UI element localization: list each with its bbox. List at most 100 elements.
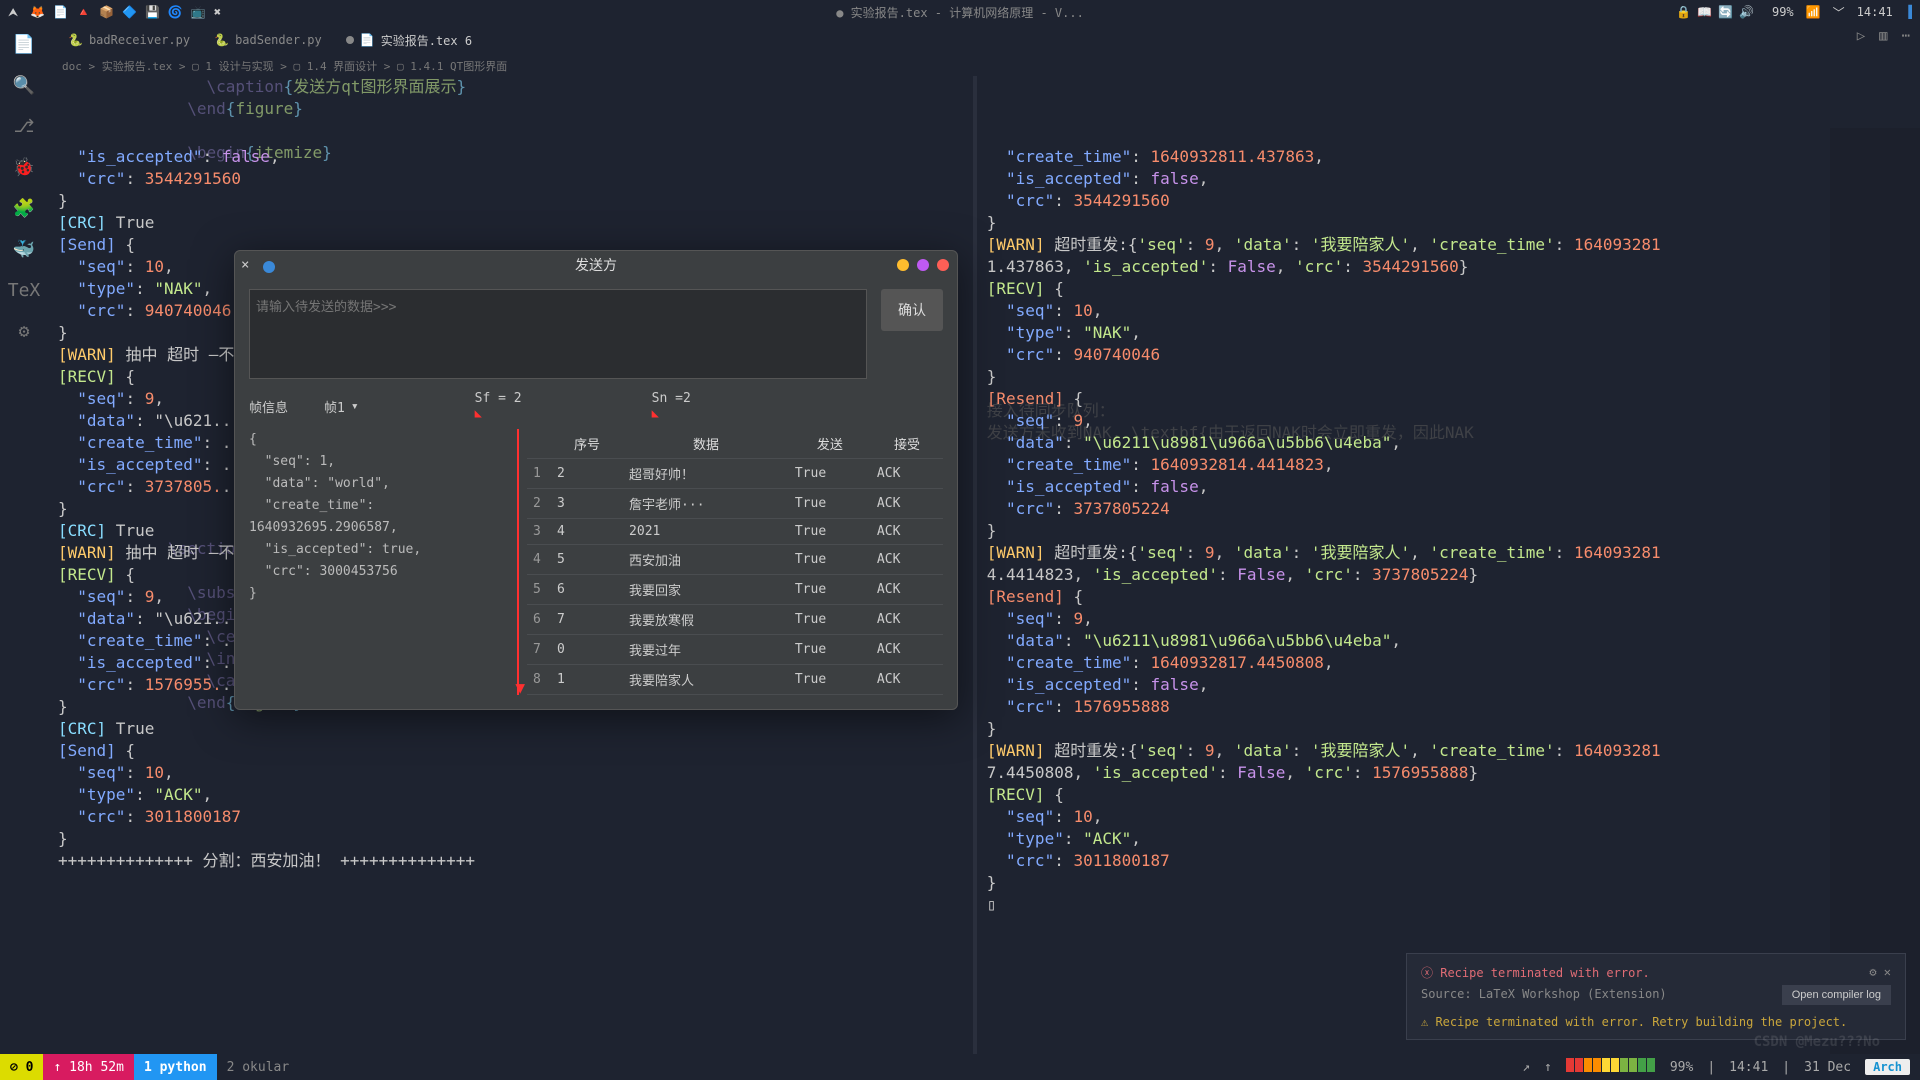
table-row[interactable]: 56我要回家TrueACK [527,575,943,605]
traffic-yellow-icon[interactable] [897,259,909,271]
breadcrumb[interactable]: doc > 实验报告.tex > ▢ 1 设计与实现 > ▢ 1.4 界面设计 … [48,56,1920,76]
table-row[interactable]: 67我要放寒假TrueACK [527,605,943,635]
close-icon[interactable]: × [241,257,249,273]
minimize-dot-icon[interactable] [263,261,275,273]
dropdown-icon[interactable]: ﹀ [1833,4,1845,21]
tray-icons[interactable]: 🦊 📄 🔺 📦 🔷 💾 🌀 📺 ✖ [30,5,229,19]
toast-retry-msg: ⚠ Recipe terminated with error. Retry bu… [1421,1015,1891,1029]
activity-item[interactable]: 📄 [13,34,35,55]
frameinfo-label: 帧信息 [249,397,288,416]
net-down-icon: ↑ [1544,1060,1552,1075]
editor-tabs: 🐍 badReceiver.py 🐍 badSender.py 📄 实验报告.tex 6 [48,24,1920,56]
net-up-icon: ↗ [1522,1060,1530,1075]
toast-source: Source: LaTeX Workshop (Extension) [1421,987,1667,1001]
minimap[interactable] [1830,128,1920,1054]
arrow-down-icon: ▼ [515,677,525,699]
statusbar: ⊘ 0 ↑ 18h 52m 1 python 2 okular ↗ ↑ 99% … [0,1054,1920,1080]
workspace-1[interactable]: 1 python [134,1054,217,1080]
tray-icon[interactable]: 🔺 [76,5,91,19]
confirm-button[interactable]: 确认 [881,289,943,331]
traffic-red-icon[interactable] [937,259,949,271]
cpu-bars [1566,1058,1656,1076]
sf-indicator: Sf = 2◣ [475,391,522,421]
activity-bar: 📄 🔍 ⎇ 🐞 🧩 🐳 TeX ⚙ [0,24,48,1054]
gear-icon[interactable]: ⚙ ✕ [1869,965,1891,979]
status-date: 31 Dec [1804,1060,1851,1075]
clock: 14:41 [1857,5,1893,19]
battery-pct: 99% [1772,5,1794,19]
table-row[interactable]: 81我要陪家人TrueACK [527,665,943,695]
error-toast: ⓧ Recipe terminated with error. ⚙ ✕ Sour… [1406,953,1906,1040]
traffic-purple-icon[interactable] [917,259,929,271]
send-data-input[interactable] [249,289,867,379]
tray-icon[interactable]: ✖ [214,5,221,19]
tab-label: badSender.py [235,33,322,47]
qt-title: 发送方 [235,255,957,275]
table-row[interactable]: 342021TrueACK [527,519,943,545]
tray-icon[interactable]: 📺 [191,5,206,19]
activity-item[interactable]: 🐳 [13,239,35,260]
editor-control-icon[interactable]: ⋯ [1902,28,1910,44]
table-row[interactable]: 45西安加油TrueACK [527,545,943,575]
tray-icon[interactable]: 🔷 [122,5,137,19]
tray-icon[interactable]: 🌀 [168,5,183,19]
table-header: 序号 [551,429,623,459]
csdn-watermark: CSDN @Mezu???No [1754,1034,1880,1050]
modified-dot-icon [346,36,354,44]
sys-icon[interactable]: 📖 [1697,5,1712,19]
tray-icon[interactable]: 💾 [145,5,160,19]
sys-icon[interactable]: 🔒 [1676,5,1691,19]
activity-item[interactable]: TeX [8,280,41,301]
qt-titlebar[interactable]: × 发送方 [235,251,957,279]
tray-icon[interactable]: 📦 [99,5,114,19]
status-errors[interactable]: ⊘ 0 [0,1054,43,1080]
arch-badge: Arch [1865,1059,1910,1075]
table-row[interactable]: 12超哥好帅！TrueACK [527,459,943,489]
frame-dropdown[interactable]: 帧1 ▾ [318,395,365,418]
sys-icon[interactable]: 🔄 [1718,5,1733,19]
frame-json-display: { "seq": 1, "data": "world", "create_tim… [249,429,519,695]
open-compiler-log-button[interactable]: Open compiler log [1782,985,1891,1005]
table-row[interactable]: 70我要过年TrueACK [527,635,943,665]
editor-control-icon[interactable]: ▥ [1879,28,1887,44]
arch-logo-icon: ⮝ [8,5,18,20]
status-battery: 99% [1670,1060,1693,1075]
right-terminal-pane[interactable]: 接入待同步队列： 发送方未收到NAK, \textbf{由于返回NAK时会立即重… [977,76,1920,1054]
workspace-2[interactable]: 2 okular [217,1054,300,1080]
file-icon: 📄 [360,33,375,47]
table-header: 接受 [871,429,943,459]
desktop-icon[interactable]: ▐ [1905,5,1912,19]
status-uptime: ↑ 18h 52m [43,1054,133,1080]
file-icon: 🐍 [214,33,229,47]
qt-sender-dialog: × 发送方 确认 帧信息 帧1 ▾ Sf = 2◣ Sn =2◣ { "seq"… [234,250,958,710]
table-header: 数据 [623,429,789,459]
editor-tab[interactable]: 📄 实验报告.tex 6 [336,28,482,53]
file-icon: 🐍 [68,33,83,47]
tray-icon[interactable]: 🦊 [30,5,45,19]
wifi-icon[interactable]: 📶 [1806,5,1821,19]
activity-item[interactable]: 🧩 [13,198,35,219]
activity-item[interactable]: ⚙ [19,321,30,342]
editor-controls[interactable]: ▷ ▥ ⋯ [1857,28,1910,44]
editor-tab[interactable]: 🐍 badSender.py [204,29,332,51]
tab-label: 实验报告.tex 6 [381,32,472,49]
topbar-right-icons[interactable]: 🔒 📖 🔄 🔊 [1676,5,1760,19]
sys-icon[interactable]: 🔊 [1739,5,1754,19]
editor-tab[interactable]: 🐍 badReceiver.py [58,29,200,51]
table-header [527,429,551,459]
status-time: 14:41 [1729,1060,1768,1075]
frames-table[interactable]: 序号数据发送接受12超哥好帅！TrueACK23詹宇老师···TrueACK34… [527,429,943,695]
sn-indicator: Sn =2◣ [652,391,691,421]
vscode-window-title: ● 实验报告.tex - 计算机网络原理 - V... [836,4,1084,21]
system-topbar: ⮝ 🦊📄🔺📦🔷💾🌀📺✖ ● 实验报告.tex - 计算机网络原理 - V... … [0,0,1920,24]
table-row[interactable]: 23詹宇老师···TrueACK [527,489,943,519]
toast-error-msg: ⓧ Recipe terminated with error. [1421,964,1891,981]
tab-label: badReceiver.py [89,33,190,47]
activity-item[interactable]: 🔍 [13,75,35,96]
tray-icon[interactable]: 📄 [53,5,68,19]
editor-control-icon[interactable]: ▷ [1857,28,1865,44]
chevron-down-icon: ▾ [351,399,359,414]
table-header: 发送 [789,429,871,459]
activity-item[interactable]: ⎇ [14,116,35,137]
activity-item[interactable]: 🐞 [13,157,35,178]
